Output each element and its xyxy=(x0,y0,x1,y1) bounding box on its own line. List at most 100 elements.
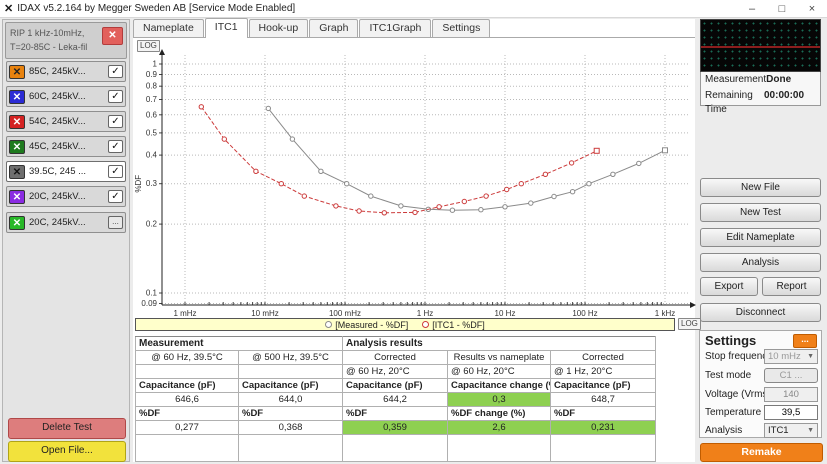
test-item-5[interactable]: ✕ 20C, 245kV... ✓ xyxy=(6,186,126,207)
metric-header-cell: Capacitance (pF) xyxy=(343,379,448,393)
settings-more-button[interactable]: ... xyxy=(793,334,817,348)
test-item-0[interactable]: ✕ 85C, 245kV... ✓ xyxy=(6,61,126,82)
new-file-button[interactable]: New File xyxy=(700,178,821,197)
series-color-x-icon: ✕ xyxy=(9,90,25,104)
svg-text:0.3: 0.3 xyxy=(146,179,158,188)
series-color-x-icon: ✕ xyxy=(9,165,25,179)
test-mode-button[interactable]: C1 ... xyxy=(764,368,818,383)
test-mode-label: Test mode xyxy=(705,370,751,381)
df-value-cell: 0,368 xyxy=(239,421,343,435)
table-metric2-row: %DF %DF %DF %DF change (%) %DF xyxy=(136,407,656,421)
series-color-x-icon: ✕ xyxy=(9,65,25,79)
condition2-cell xyxy=(136,365,239,379)
window-title: IDAX v5.2.164 by Megger Sweden AB [Servi… xyxy=(17,3,295,14)
remake-button[interactable]: Remake xyxy=(700,443,823,462)
test-item-label: 85C, 245kV... xyxy=(29,66,108,77)
condition2-cell: @ 1 Hz, 20°C xyxy=(551,365,656,379)
metric-header-cell: %DF xyxy=(136,407,239,421)
tab-graph[interactable]: Graph xyxy=(309,19,358,37)
table-value1-row: 646,6 644,0 644,2 0,3 648,7 xyxy=(136,393,656,407)
title-bar: ✕ IDAX v5.2.164 by Megger Sweden AB [Ser… xyxy=(0,0,827,18)
report-button[interactable]: Report xyxy=(762,277,821,296)
test-item-label: 60C, 245kV... xyxy=(29,91,108,102)
df-value-cell: 0,359 xyxy=(343,421,448,435)
test-item-4[interactable]: ✕ 39.5C, 245 ... ✓ xyxy=(6,161,126,182)
table-value2-row: 0,277 0,368 0,359 2,6 0,231 xyxy=(136,421,656,435)
legend-label-itc1: [ITC1 - %DF] xyxy=(432,320,485,330)
test-item-checkbox[interactable]: ✓ xyxy=(108,65,123,78)
voltage-field[interactable] xyxy=(764,387,818,402)
close-icon[interactable]: × xyxy=(797,1,827,17)
df-value-cell: 0,277 xyxy=(136,421,239,435)
test-item-2[interactable]: ✕ 54C, 245kV... ✓ xyxy=(6,111,126,132)
metric-header-cell: Capacitance (pF) xyxy=(239,379,343,393)
test-item-label: 45C, 245kV... xyxy=(29,141,108,152)
condition-cell: Corrected xyxy=(343,351,448,365)
chart-legend: [Measured - %DF] [ITC1 - %DF] xyxy=(135,318,675,331)
svg-text:1 Hz: 1 Hz xyxy=(417,309,433,318)
new-test-button[interactable]: New Test xyxy=(700,203,821,222)
delete-test-button[interactable]: Delete Test xyxy=(8,418,126,439)
stop-frequency-row: Stop frequency 10 mHz ▼ xyxy=(705,349,818,365)
metric-header-cell: %DF xyxy=(343,407,448,421)
close-test-set-button[interactable]: ✕ xyxy=(102,27,123,45)
tab-itc1graph[interactable]: ITC1Graph xyxy=(359,19,431,37)
section-analysis-results: Analysis results xyxy=(343,337,656,351)
tab-hook-up[interactable]: Hook-up xyxy=(249,19,309,37)
settings-group: Settings ... Stop frequency 10 mHz ▼ Tes… xyxy=(699,330,822,438)
legend-item-measured: [Measured - %DF] xyxy=(325,320,408,330)
condition2-cell: @ 60 Hz, 20°C xyxy=(448,365,551,379)
itc1-series-marker-icon xyxy=(422,321,429,328)
svg-text:0.7: 0.7 xyxy=(146,95,158,104)
test-item-label: 54C, 245kV... xyxy=(29,116,108,127)
dielectric-frequency-chart: 10.90.80.70.60.50.40.30.20.10.091 mHz10 … xyxy=(133,37,697,319)
test-item-6[interactable]: ✕ 20C, 245kV... ... xyxy=(6,212,126,233)
test-item-busy-button[interactable]: ... xyxy=(108,216,123,229)
test-item-checkbox[interactable]: ✓ xyxy=(108,90,123,103)
test-item-3[interactable]: ✕ 45C, 245kV... ✓ xyxy=(6,136,126,157)
settings-title: Settings xyxy=(705,333,756,348)
capacitance-value-cell: 646,6 xyxy=(136,393,239,407)
svg-text:0.6: 0.6 xyxy=(146,110,158,119)
condition2-cell: @ 60 Hz, 20°C xyxy=(343,365,448,379)
test-item-checkbox[interactable]: ✓ xyxy=(108,140,123,153)
stop-frequency-select[interactable]: 10 mHz ▼ xyxy=(764,349,818,364)
open-file-button[interactable]: Open File... xyxy=(8,441,126,462)
df-change-cell: 2,6 xyxy=(448,421,551,435)
svg-text:10 Hz: 10 Hz xyxy=(495,309,516,318)
main-panel: Nameplate ITC1 Hook-up Graph ITC1Graph S… xyxy=(133,19,695,462)
metric-header-cell: Capacitance (pF) xyxy=(136,379,239,393)
chevron-down-icon: ▼ xyxy=(807,350,814,363)
remaining-time-value: 00:00:00 xyxy=(764,89,816,117)
edit-nameplate-button[interactable]: Edit Nameplate xyxy=(700,228,821,247)
test-list-sidebar: RIP 1 kHz-10mHz, T=20-85C - Leka-fil ✕ ✕… xyxy=(2,19,130,462)
test-item-checkbox[interactable]: ✓ xyxy=(108,190,123,203)
test-set-header: RIP 1 kHz-10mHz, T=20-85C - Leka-fil ✕ xyxy=(5,22,127,59)
measurement-status-value: Done xyxy=(766,73,816,87)
disconnect-button[interactable]: Disconnect xyxy=(700,303,821,322)
tab-itc1[interactable]: ITC1 xyxy=(205,18,248,38)
minimize-icon[interactable]: – xyxy=(737,1,767,17)
test-item-1[interactable]: ✕ 60C, 245kV... ✓ xyxy=(6,86,126,107)
capacitance-change-cell: 0,3 xyxy=(448,393,551,407)
test-item-label: 20C, 245kV... xyxy=(29,191,108,202)
condition-cell: Results vs nameplate xyxy=(448,351,551,365)
metric-header-cell: Capacitance (pF) xyxy=(551,379,656,393)
tab-settings[interactable]: Settings xyxy=(432,19,490,37)
temperature-field[interactable] xyxy=(764,405,818,420)
tab-nameplate[interactable]: Nameplate xyxy=(133,19,204,37)
analysis-button[interactable]: Analysis xyxy=(700,253,821,272)
analysis-select[interactable]: ITC1 ▼ xyxy=(764,423,818,438)
export-button[interactable]: Export xyxy=(700,277,758,296)
metric-header-cell: %DF change (%) xyxy=(448,407,551,421)
test-item-checkbox[interactable]: ✓ xyxy=(108,165,123,178)
table-condition-row: @ 60 Hz, 39.5°C @ 500 Hz, 39.5°C Correct… xyxy=(136,351,656,365)
metric-header-cell: %DF xyxy=(551,407,656,421)
test-item-checkbox[interactable]: ✓ xyxy=(108,115,123,128)
svg-text:1 kHz: 1 kHz xyxy=(655,309,675,318)
analysis-label: Analysis xyxy=(705,425,742,436)
test-mode-row: Test mode C1 ... xyxy=(705,368,818,384)
maximize-icon[interactable]: □ xyxy=(767,1,797,17)
series-color-x-icon: ✕ xyxy=(9,140,25,154)
temperature-row: Temperature (°C) xyxy=(705,405,818,421)
